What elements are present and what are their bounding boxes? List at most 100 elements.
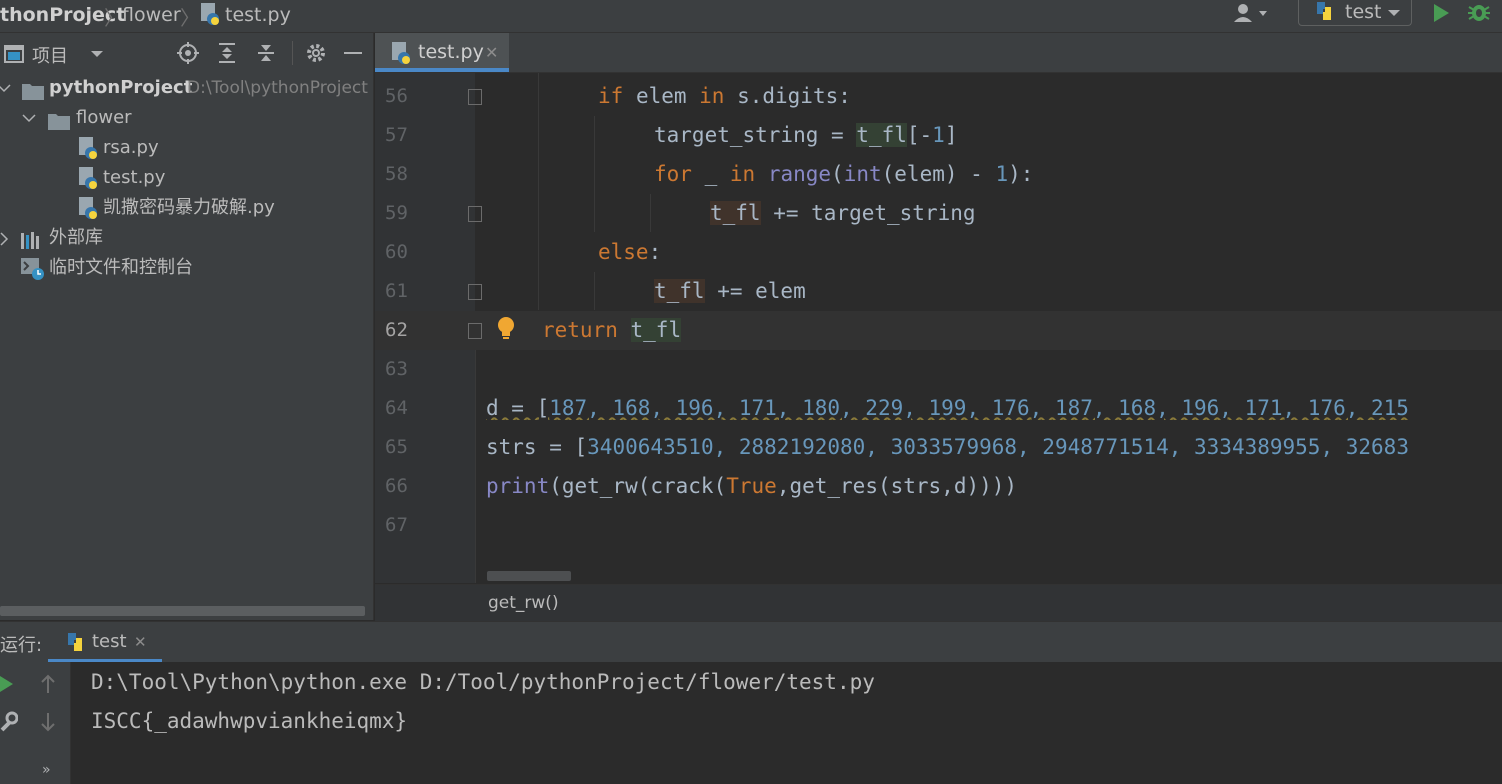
project-window-icon [4, 45, 24, 67]
code-token: 1 [932, 123, 945, 147]
user-icon[interactable] [1233, 2, 1273, 28]
line-number: 61 [385, 280, 408, 302]
breadcrumb-flower[interactable]: flower [122, 4, 181, 26]
line-number: 60 [385, 241, 408, 263]
line-number: 67 [385, 514, 408, 536]
project-path-hint: D:\Tool\pythonProject [187, 78, 368, 98]
tree-label-flower: flower [76, 107, 132, 128]
scratch-console-icon [20, 257, 46, 291]
editor-breadcrumb-bar: get_rw() [375, 584, 1502, 621]
tab-test-py[interactable]: test.py ✕ [375, 33, 509, 72]
function-breadcrumb[interactable]: get_rw() [488, 593, 559, 613]
expand-all-icon[interactable] [217, 42, 237, 68]
run-config-label: test [1345, 1, 1382, 23]
tab-label: test.py [418, 41, 484, 63]
code-token: t_fl [654, 279, 705, 303]
hide-icon[interactable] [344, 52, 362, 54]
line-number-current: 62 [385, 319, 408, 341]
line-number: 58 [385, 163, 408, 185]
editor-horizontal-scrollbar[interactable] [487, 571, 571, 581]
code-token: print [486, 474, 550, 498]
tree-item-file[interactable]: 凯撒密码暴力破解.py [0, 193, 373, 223]
code-token: strs = [ [486, 435, 588, 459]
project-panel-header: 项目 [0, 33, 373, 73]
rerun-icon[interactable] [0, 674, 14, 698]
python-file-icon [200, 2, 220, 30]
code-token: ): [1008, 162, 1034, 186]
indent-guide [594, 116, 595, 232]
console-output-line: ISCC{_adawhwpviankheiqmx} [91, 709, 408, 733]
line-number: 57 [385, 124, 408, 146]
fold-marker-icon[interactable] [468, 89, 482, 105]
lightbulb-icon[interactable] [496, 315, 516, 345]
tree-item-file[interactable]: test.py [0, 163, 373, 193]
code-token: d = [ [486, 396, 550, 420]
code-line-58: for _ in range(int(elem) - 1): [654, 162, 1033, 186]
code-line-62: return t_fl [542, 318, 682, 342]
run-tab-label: test [92, 631, 127, 652]
tree-label-scratches: 临时文件和控制台 [49, 257, 193, 278]
code-token: += elem [704, 279, 806, 303]
indent-guide [475, 350, 476, 583]
code-line-61: t_fl += elem [654, 279, 806, 303]
chevron-down-icon[interactable] [90, 44, 104, 66]
tree-item-scratches[interactable]: 临时文件和控制台 [0, 253, 373, 283]
collapse-all-icon[interactable] [256, 42, 276, 68]
code-token: s.digits: [724, 84, 851, 108]
active-tab-indicator [375, 68, 509, 72]
run-window-label: 运行: [0, 635, 43, 656]
tree-item-flower[interactable]: flower [0, 103, 373, 133]
chevron-down-icon [1387, 2, 1401, 26]
breadcrumb-file[interactable]: test.py [225, 4, 291, 26]
tree-item-external-libraries[interactable]: 外部库 [0, 223, 373, 253]
code-token: if [598, 84, 624, 108]
code-token: target_string = [654, 123, 857, 147]
wrench-icon[interactable] [0, 710, 19, 736]
code-token: : [648, 240, 662, 264]
project-horizontal-scrollbar[interactable] [0, 606, 365, 616]
code-token: 1 [995, 162, 1009, 186]
code-token: for [654, 162, 692, 186]
tree-label-file: rsa.py [103, 137, 159, 158]
run-tab-test[interactable]: test ✕ [48, 622, 162, 662]
close-icon[interactable]: ✕ [134, 633, 147, 651]
run-icon[interactable] [1431, 3, 1451, 27]
arrow-down-icon[interactable] [40, 712, 56, 736]
editor-tab-bar: test.py ✕ [375, 33, 1502, 73]
code-token: 3400643510, 2882192080, 3033579968, 2948… [587, 435, 1409, 459]
line-number: 66 [385, 475, 408, 497]
tree-item-project-root[interactable]: pythonProject D:\Tool\pythonProject [0, 73, 373, 103]
line-number: 64 [385, 397, 408, 419]
tree-item-file[interactable]: rsa.py [0, 133, 373, 163]
code-token: int [843, 162, 882, 186]
code-token: elem [623, 84, 700, 108]
locate-icon[interactable] [177, 42, 199, 68]
code-token: _ [691, 162, 730, 186]
run-window-header: 运行: test ✕ [0, 621, 1502, 663]
line-number: 59 [385, 202, 408, 224]
gear-icon[interactable] [305, 42, 327, 68]
python-icon [1313, 0, 1335, 26]
code-token: in [699, 84, 725, 108]
fold-marker-icon[interactable] [468, 284, 482, 300]
code-token: t_fl [856, 123, 907, 147]
line-number: 65 [385, 436, 408, 458]
tree-label-project-root: pythonProject [49, 77, 193, 98]
more-icon[interactable]: » [42, 762, 51, 778]
code-token: ] [944, 123, 958, 147]
fold-marker-icon[interactable] [468, 323, 482, 339]
close-icon[interactable]: ✕ [485, 43, 498, 62]
fold-marker-icon[interactable] [468, 206, 482, 222]
code-token: 187, 168, 196, 171, 180, 229, 199, 176, … [549, 396, 1409, 420]
code-line-60: else: [598, 240, 661, 264]
console-command-line: D:\Tool\Python\python.exe D:/Tool/python… [91, 670, 875, 694]
navigation-bar: thonProject 〉 flower 〉 test.py test [0, 0, 1502, 33]
arrow-up-icon[interactable] [40, 674, 56, 698]
run-config-selector[interactable]: test [1298, 0, 1412, 26]
code-token: ,get_res(strs,d)))) [776, 474, 1018, 498]
code-line-64: d = [187, 168, 196, 171, 180, 229, 199, … [486, 396, 1502, 420]
project-panel-title[interactable]: 项目 [32, 42, 68, 68]
debug-icon[interactable] [1467, 1, 1491, 27]
toolbar-divider [292, 41, 293, 65]
